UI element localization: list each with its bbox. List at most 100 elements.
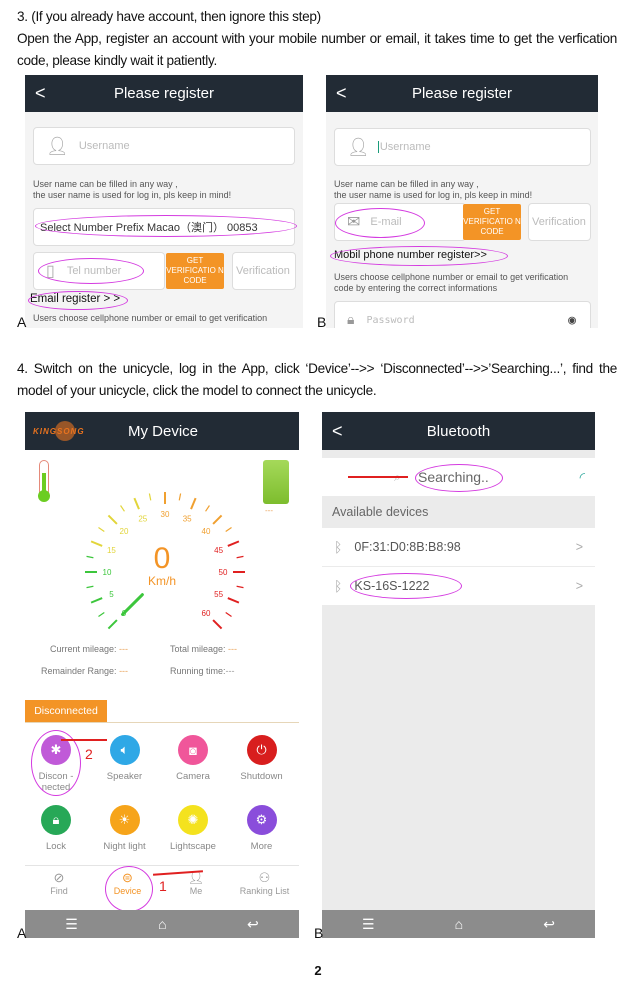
bluetooth-screenshot: <Bluetooth ⌕ Searching.. ◜ Available dev… — [322, 412, 595, 938]
hint-line2: the user name is used for log in, pls ke… — [334, 190, 533, 200]
highlight-ellipse — [350, 573, 462, 599]
header-title: Please register — [113, 85, 215, 102]
gauge-tick — [212, 619, 223, 630]
current-mileage-row: Current mileage: --- — [50, 644, 128, 654]
password-input[interactable]: 🔒︎ Password ◉ — [334, 301, 591, 328]
highlight-ellipse — [330, 246, 508, 266]
annotation-arrow — [61, 739, 107, 741]
gauge-tick — [205, 505, 210, 512]
ranking-list-icon: ⚇ — [258, 870, 271, 885]
eye-icon[interactable]: ◉ — [568, 313, 576, 328]
divider — [25, 722, 299, 723]
menu-icon[interactable]: ☰ — [65, 916, 78, 933]
gauge-tick — [148, 493, 152, 501]
verification-input[interactable]: Verification — [528, 203, 591, 241]
back-icon[interactable]: < — [332, 421, 343, 442]
disconnected-tab[interactable]: Disconnected — [25, 700, 107, 722]
gauge-needle — [121, 593, 144, 616]
username-placeholder: Username — [377, 141, 431, 153]
header: < Please register — [326, 75, 598, 112]
step3-title: 3. (If you already have account, then ig… — [17, 9, 321, 24]
camera-icon: ◙ — [178, 735, 208, 765]
verification-input[interactable]: Verification — [232, 252, 296, 290]
battery-value: --- — [265, 506, 273, 515]
username-input[interactable]: 👤︎ Username — [334, 128, 591, 166]
function-label: Lock — [45, 841, 67, 852]
bluetooth-icon: ᛒ — [334, 539, 343, 555]
get-code-button[interactable]: GET VERIFICATIO N CODE — [166, 253, 224, 289]
nav-find[interactable]: ⊘ Find — [25, 870, 93, 896]
gauge-tick — [120, 505, 125, 512]
function-label: Camera — [176, 771, 210, 782]
gauge-tick — [98, 612, 105, 617]
menu-icon[interactable]: ☰ — [362, 916, 375, 933]
register-phone-screenshot: < Please register 👤︎ Username User name ca… — [25, 75, 303, 328]
back-icon[interactable]: ↩ — [247, 916, 259, 933]
function-camera[interactable]: ◙ Camera — [159, 735, 227, 782]
device-name: 0F:31:D0:8B:B8:98 — [354, 540, 461, 554]
back-icon[interactable]: < — [336, 83, 347, 104]
get-code-button[interactable]: GET VERIFICATIO N CODE — [463, 204, 521, 240]
password-placeholder: Password — [366, 314, 415, 326]
function-lock[interactable]: 🔒︎ Lock — [25, 805, 90, 852]
function-speaker[interactable]: 🔈︎ Speaker — [91, 735, 159, 782]
highlight-ellipse — [105, 866, 153, 912]
header-title: My Device — [127, 422, 198, 440]
function-gear[interactable]: ⚙ More — [228, 805, 296, 852]
current-mileage-label: Current mileage: — [50, 644, 117, 654]
gauge-tick — [178, 493, 182, 501]
gauge-tick — [107, 514, 118, 525]
gauge-label: 40 — [202, 527, 211, 536]
back-icon[interactable]: < — [35, 83, 46, 104]
function-label: Night light — [103, 841, 146, 852]
function-bulb[interactable]: ☀ Night light — [91, 805, 159, 852]
divider — [25, 865, 299, 866]
nav-ranking-list[interactable]: ⚇ Ranking List — [231, 870, 299, 896]
gauge-label: 25 — [138, 514, 147, 523]
highlight-ellipse — [415, 464, 503, 492]
nav-label: Me — [189, 886, 203, 896]
step3-body: Open the App, register an account with y… — [17, 31, 617, 68]
chevron-right-icon: > — [575, 579, 583, 593]
gauge-tick — [212, 514, 223, 525]
username-input[interactable]: 👤︎ Username — [33, 127, 295, 165]
available-devices-heading: Available devices — [332, 505, 429, 519]
speed-value: 0 — [153, 542, 171, 575]
gauge-tick — [98, 527, 105, 532]
function-label: Shutdown — [240, 771, 283, 782]
remainder-range-label: Remainder Range: — [41, 666, 117, 676]
device-row[interactable]: ᛒ 0F:31:D0:8B:B8:98 > — [322, 528, 595, 566]
total-mileage-value: --- — [228, 644, 238, 654]
label-b: B — [314, 925, 324, 941]
hint-line3: Users choose cellphone number or email t… — [33, 313, 268, 323]
gauge-label: 60 — [202, 609, 211, 618]
lock-icon: 🔒︎ — [347, 312, 355, 328]
gauge-tick — [225, 527, 232, 532]
back-icon[interactable]: ↩ — [543, 916, 555, 933]
username-placeholder: Username — [78, 140, 130, 152]
thermometer-icon — [38, 460, 50, 502]
function-power[interactable]: ⏻ Shutdown — [228, 735, 296, 782]
lock-icon: 🔒︎ — [41, 805, 71, 835]
speaker-icon: 🔈︎ — [109, 735, 140, 765]
home-icon[interactable]: ⌂ — [158, 916, 166, 932]
current-mileage-value: --- — [119, 644, 129, 654]
gauge-label: 35 — [183, 514, 192, 523]
verification-placeholder: Verification — [236, 265, 290, 277]
home-icon[interactable]: ⌂ — [455, 916, 463, 932]
gauge-tick — [90, 597, 103, 604]
annotation-2: 2 — [85, 746, 93, 762]
function-lights[interactable]: ✺ Lightscape — [159, 805, 227, 852]
gauge-label: 30 — [161, 510, 170, 519]
gauge-label: 20 — [120, 527, 129, 536]
find-icon: ⊘ — [53, 870, 65, 885]
header: < Please register — [25, 75, 303, 112]
bluetooth-icon: ᛒ — [334, 578, 343, 594]
step4-body: 4. Switch on the unicycle, log in the Ap… — [17, 361, 617, 398]
running-time-row: Running time:--- — [170, 666, 235, 676]
highlight-ellipse — [35, 215, 297, 237]
highlight-ellipse — [28, 291, 128, 310]
hint-line3: Users choose cellphone number or email t… — [334, 272, 569, 293]
gauge-tick — [107, 619, 118, 630]
total-mileage-label: Total mileage: — [170, 644, 226, 654]
